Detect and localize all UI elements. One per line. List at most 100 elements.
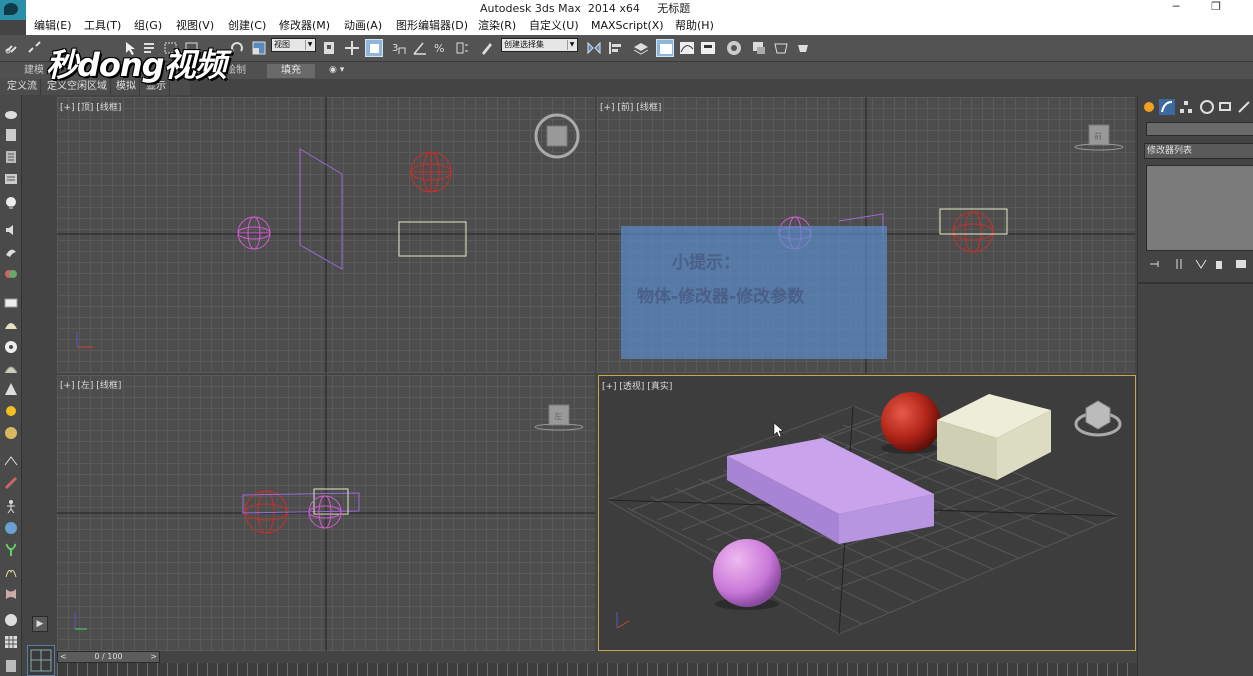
utilities-tab-icon[interactable] <box>1236 99 1252 115</box>
ribbon-tab-paint[interactable]: 绘制 <box>226 64 246 78</box>
define-flows-button[interactable]: 定义流 <box>4 79 41 95</box>
menu-rendering[interactable]: 渲染(R) <box>478 17 516 35</box>
graphite-ribbon-icon[interactable] <box>656 39 674 57</box>
ribbon-tab-modeling[interactable]: 建模 <box>24 64 44 78</box>
window-title: Autodesk 3ds Max 2014 x64 无标题 <box>480 2 691 15</box>
menu-modifiers[interactable]: 修改器(M) <box>279 17 330 35</box>
menu-help[interactable]: 帮助(H) <box>675 17 714 35</box>
create-tab-icon[interactable] <box>1141 99 1157 115</box>
object-name-field[interactable] <box>1146 122 1253 136</box>
menu-animation[interactable]: 动画(A) <box>344 17 382 35</box>
menu-maxscript[interactable]: MAXScript(X) <box>591 17 664 35</box>
edit-named-sets-icon[interactable] <box>478 39 496 57</box>
viewport-layout-button[interactable] <box>27 645 55 676</box>
light-icon[interactable] <box>3 195 19 211</box>
viewport-left[interactable]: 左 [+] [左] [线框] <box>57 375 595 651</box>
sheet-icon[interactable] <box>3 127 19 143</box>
motion-tab-icon[interactable] <box>1199 99 1215 115</box>
spinner-snap-icon[interactable] <box>453 39 471 57</box>
link-icon[interactable] <box>4 39 22 57</box>
speaker-icon[interactable] <box>3 222 19 238</box>
globe-icon[interactable] <box>3 520 19 536</box>
particles-icon[interactable] <box>3 453 19 469</box>
move-icon[interactable] <box>343 39 361 57</box>
bone-icon[interactable] <box>3 475 19 491</box>
render-setup-icon[interactable] <box>750 39 768 57</box>
dome-icon[interactable] <box>3 317 19 333</box>
curve-editor-icon[interactable] <box>678 39 696 57</box>
pin-stack-icon[interactable] <box>1148 257 1162 271</box>
rotate-icon[interactable] <box>228 39 246 57</box>
viewport-top-label[interactable]: [+] [顶] [线框] <box>60 100 121 113</box>
render-production-icon[interactable] <box>794 39 812 57</box>
scale-icon[interactable] <box>250 39 268 57</box>
cloth-icon[interactable] <box>3 586 19 602</box>
restore-button[interactable]: ❐ <box>1201 0 1231 17</box>
remove-modifier-icon[interactable] <box>1212 257 1226 271</box>
make-unique-icon[interactable] <box>1194 257 1208 271</box>
time-prev-button[interactable]: < <box>60 652 67 662</box>
rendered-frame-icon[interactable] <box>772 39 790 57</box>
menu-bar: 编辑(E) 工具(T) 组(G) 视图(V) 创建(C) 修改器(M) 动画(A… <box>26 17 1253 35</box>
angle-snap-icon[interactable] <box>411 39 429 57</box>
percent-snap-icon[interactable]: % <box>432 39 450 57</box>
layer-manager-icon[interactable] <box>632 39 650 57</box>
shell-icon[interactable] <box>3 361 19 377</box>
app-window: Autodesk 3ds Max 2014 x64 无标题 ─ ❐ 编辑(E) … <box>0 0 1253 676</box>
sphere-icon[interactable] <box>3 612 19 628</box>
reference-coord-select[interactable]: 视图 ▼ <box>271 38 316 52</box>
schematic-view-icon[interactable] <box>699 39 717 57</box>
hair-fur-icon[interactable] <box>3 564 19 580</box>
menu-tools[interactable]: 工具(T) <box>84 17 121 35</box>
teapot-icon[interactable] <box>3 105 19 121</box>
select-manipulate-icon[interactable] <box>365 39 383 57</box>
configure-sets-icon[interactable] <box>1234 257 1248 271</box>
menu-views[interactable]: 视图(V) <box>176 17 214 35</box>
time-next-button[interactable]: > <box>150 652 157 662</box>
display-tab-icon[interactable] <box>1217 99 1233 115</box>
material-editor-icon[interactable] <box>725 39 743 57</box>
snap-3d-icon[interactable]: 3 <box>390 39 408 57</box>
minimize-button[interactable]: ─ <box>1161 0 1191 17</box>
expand-strip-button[interactable]: ▶ <box>32 616 48 632</box>
biped-icon[interactable] <box>3 498 19 514</box>
time-slider[interactable]: < 0 / 100 > <box>57 651 160 663</box>
viewport-perspective[interactable]: [+] [透视] [真实] <box>598 375 1136 651</box>
viewport-front-label[interactable]: [+] [前] [线框] <box>600 100 661 113</box>
panel-icon[interactable] <box>3 171 19 187</box>
cone-icon[interactable] <box>3 381 19 397</box>
pink-sphere <box>713 539 781 607</box>
modify-tab-icon[interactable] <box>1159 99 1175 115</box>
box-icon[interactable] <box>3 295 19 311</box>
menu-group[interactable]: 组(G) <box>134 17 162 35</box>
ribbon-tab-populate[interactable]: 填充 <box>267 64 315 78</box>
planet-icon[interactable] <box>3 425 19 441</box>
list-icon[interactable] <box>3 149 19 165</box>
faces-icon[interactable] <box>3 266 19 282</box>
modifier-list-dropdown[interactable]: 修改器列表 <box>1144 143 1253 159</box>
viewport-perspective-label[interactable]: [+] [透视] [真实] <box>602 379 672 392</box>
viewport-top[interactable]: [+] [顶] [线框] <box>57 97 595 373</box>
modifier-stack[interactable] <box>1146 165 1253 251</box>
app-logo-icon[interactable] <box>0 0 26 20</box>
menu-graph-editors[interactable]: 图形编辑器(D) <box>396 17 468 35</box>
torus-icon[interactable] <box>3 339 19 355</box>
viewport-left-label[interactable]: [+] [左] [线框] <box>60 378 121 391</box>
pivot-center-icon[interactable] <box>320 39 338 57</box>
hierarchy-tab-icon[interactable] <box>1178 99 1194 115</box>
grid-icon[interactable] <box>3 634 19 650</box>
menu-customize[interactable]: 自定义(U) <box>529 17 579 35</box>
menu-create[interactable]: 创建(C) <box>228 17 266 35</box>
plant-icon[interactable] <box>3 542 19 558</box>
ribbon-options-icon[interactable]: ◉ ▾ <box>329 65 344 75</box>
script-icon[interactable] <box>3 658 19 674</box>
track-bar[interactable] <box>57 663 1137 676</box>
menu-edit[interactable]: 编辑(E) <box>34 17 72 35</box>
sun-icon[interactable] <box>3 403 19 419</box>
show-end-result-icon[interactable] <box>1172 257 1186 271</box>
align-icon[interactable] <box>606 39 624 57</box>
dolphin-icon[interactable] <box>3 244 19 260</box>
unlink-icon[interactable] <box>26 39 44 57</box>
named-selection-set-select[interactable]: 创建选择集 ▼ <box>501 38 578 52</box>
mirror-icon[interactable] <box>585 39 603 57</box>
